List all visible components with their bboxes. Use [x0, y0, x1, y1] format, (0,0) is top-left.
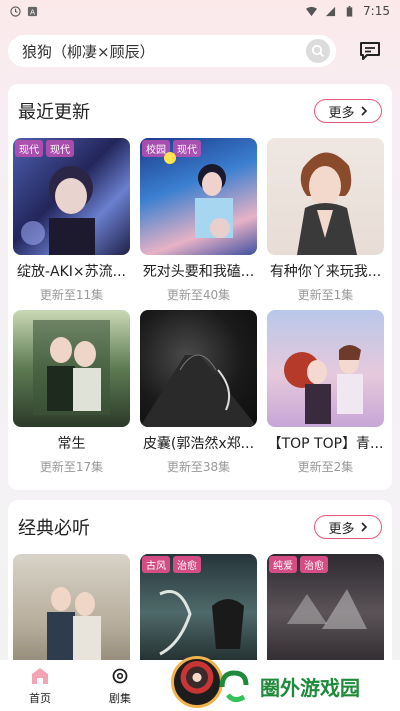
message-icon	[360, 42, 380, 60]
card-title: 【TOP TOP】青...	[267, 436, 384, 452]
nav-series[interactable]: 剧集	[80, 660, 160, 711]
recent-more-button[interactable]: 更多	[314, 99, 382, 123]
card-title: 死对头要和我磕...	[142, 264, 255, 280]
cover-art	[47, 587, 101, 660]
drama-cover	[13, 310, 130, 427]
cover-art	[287, 589, 367, 629]
drama-card[interactable]: 常生 更新至17集	[13, 310, 130, 482]
drama-card[interactable]: 古风 治愈	[140, 554, 257, 660]
cover-art	[164, 152, 233, 238]
message-button[interactable]	[358, 39, 382, 63]
clock-icon	[10, 5, 21, 17]
search-icon	[311, 44, 325, 58]
chevron-right-icon	[360, 522, 367, 532]
cover-art	[33, 320, 110, 415]
gear-icon	[112, 668, 128, 684]
drama-cover	[267, 310, 384, 427]
drama-cover: 纯爱 治愈	[267, 554, 384, 660]
search-query: 狼狗（柳凄×顾辰）	[22, 42, 155, 61]
card-title: 有种你丫来玩我...	[269, 264, 382, 280]
watermark-text: 圈外游戏园	[260, 676, 360, 700]
nav-label: 剧集	[109, 692, 131, 705]
card-episodes: 更新至17集	[39, 460, 104, 474]
drama-card[interactable]: 皮囊(郭浩然x郑... 更新至38集	[140, 310, 257, 482]
drama-cover	[140, 310, 257, 427]
more-label: 更多	[328, 105, 355, 121]
drama-card[interactable]: 校园 现代 死对头要和我磕... 更新至40集	[140, 138, 257, 310]
classic-more-button[interactable]: 更多	[314, 515, 382, 539]
drama-card[interactable]: 【TOP TOP】青... 更新至2集	[267, 310, 384, 482]
svg-text:A: A	[30, 7, 35, 16]
card-episodes: 更新至11集	[39, 288, 104, 302]
card-title: 常生	[57, 436, 86, 452]
classic-section: 经典必听 更多 古风 治愈 纯爱 治愈	[8, 500, 392, 660]
cover-art	[140, 354, 257, 427]
drama-card[interactable]	[13, 554, 130, 660]
drama-cover	[267, 138, 384, 255]
card-episodes: 更新至1集	[297, 288, 354, 302]
nav-label: 首页	[29, 692, 51, 705]
cover-art	[21, 166, 95, 255]
watermark-logo: 圈外游戏园	[214, 662, 400, 711]
card-title: 皮囊(郭浩然x郑...	[142, 436, 255, 452]
search-input[interactable]: 狼狗（柳凄×顾辰）	[8, 35, 336, 67]
more-label: 更多	[328, 521, 355, 537]
card-episodes: 更新至38集	[166, 460, 231, 474]
cover-art	[284, 345, 363, 424]
drama-card[interactable]: 纯爱 治愈	[267, 554, 384, 660]
cover-art	[159, 590, 244, 656]
status-time: 7:15	[363, 4, 390, 18]
section-title: 经典必听	[18, 518, 90, 539]
card-title: 绽放-AKI×苏流...	[16, 264, 127, 280]
drama-card[interactable]: 有种你丫来玩我... 更新至1集	[267, 138, 384, 310]
watermark-logo-icon	[219, 669, 249, 702]
chevron-right-icon	[360, 106, 367, 116]
nav-home[interactable]: 首页	[0, 660, 80, 711]
signal-icon	[325, 6, 336, 16]
drama-cover	[13, 554, 130, 660]
drama-card[interactable]: 现代 现代 绽放-AKI×苏流... 更新至11集	[13, 138, 130, 310]
home-icon	[32, 668, 48, 684]
status-bar: A 7:15	[0, 0, 400, 22]
battery-icon	[346, 5, 353, 17]
cover-art	[297, 152, 357, 255]
drama-cover: 校园 现代	[140, 138, 257, 255]
search-row: 狼狗（柳凄×顾辰）	[8, 34, 392, 68]
recent-updates-section: 最近更新 更多 现代 现代 绽放-AKI×苏流... 更新至11集 校园 现代	[8, 84, 392, 490]
card-episodes: 更新至2集	[297, 460, 354, 474]
drama-cover: 古风 治愈	[140, 554, 257, 660]
search-button[interactable]	[306, 39, 330, 63]
section-title: 最近更新	[18, 102, 90, 123]
card-episodes: 更新至40集	[166, 288, 231, 302]
wifi-icon	[306, 6, 318, 16]
notification-a-icon: A	[27, 6, 38, 16]
drama-cover: 现代 现代	[13, 138, 130, 255]
